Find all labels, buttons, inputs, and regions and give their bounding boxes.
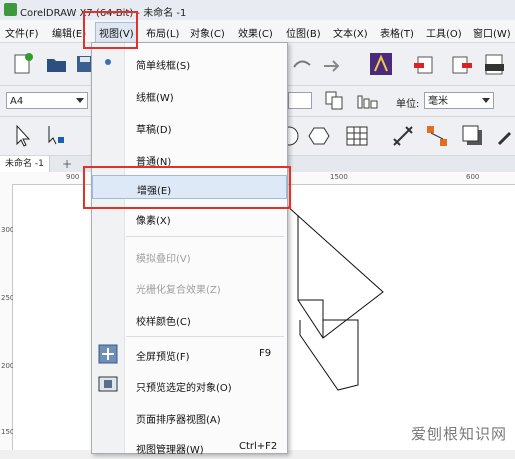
document-tab[interactable]: 未命名 -1 (0, 156, 50, 172)
menu-file[interactable]: 文件(F) (5, 25, 39, 40)
menu-item-shortcut: F9 (259, 348, 272, 359)
import-icon[interactable] (412, 51, 438, 77)
drop-shadow-tool-icon[interactable] (460, 123, 486, 149)
menu-item-label: 页面排序器视图(A) (136, 415, 221, 426)
current-page-icon[interactable] (355, 88, 381, 114)
ruler-tick-label: 1500 (330, 173, 348, 181)
redo-icon[interactable] (318, 53, 344, 79)
menu-item-simple-wireframe[interactable]: 简单线框(S) (92, 51, 287, 75)
all-pages-icon[interactable] (322, 88, 348, 114)
menu-item-shortcut: Ctrl+F2 (239, 441, 278, 452)
menu-bar: 文件(F) 编辑(E) 视图(V) 布局(L) 对象(C) 效果(C) 位图(B… (0, 20, 515, 43)
vertical-ruler[interactable]: 300 250 200 150 (0, 184, 14, 450)
menu-item-pixels[interactable]: 像素(X) (92, 206, 287, 230)
menu-item-rasterize-complex-effects: 光栅化复合效果(Z) (92, 275, 287, 299)
menu-bitmap[interactable]: 位图(B) (286, 25, 321, 40)
add-tab-icon[interactable]: + (60, 157, 74, 171)
menu-item-label: 草稿(D) (136, 125, 172, 136)
menu-item-simulate-overprint: 模拟叠印(V) (92, 244, 287, 268)
dimension-tool-icon[interactable] (390, 123, 416, 149)
page-height-field[interactable] (288, 92, 312, 109)
menu-item-page-sorter-view[interactable]: 页面排序器视图(A) (92, 405, 287, 429)
menu-tools[interactable]: 工具(O) (426, 25, 462, 40)
units-value: 毫米 (428, 96, 448, 107)
menu-table[interactable]: 表格(T) (380, 25, 414, 40)
menu-layout[interactable]: 布局(L) (146, 25, 179, 40)
open-folder-icon[interactable] (44, 51, 70, 77)
coreldraw-app-icon (4, 3, 17, 16)
new-document-icon[interactable] (10, 51, 36, 77)
annotation-highlight-enhanced (83, 166, 291, 209)
menu-item-label: 校样颜色(C) (136, 317, 191, 328)
menu-item-wireframe[interactable]: 线框(W) (92, 83, 287, 107)
undo-icon[interactable] (288, 53, 314, 79)
chevron-down-icon (482, 98, 490, 103)
title-bar: CorelDRAW X7 (64-Bit) - 未命名 -1 (0, 0, 515, 21)
radio-selected-icon (105, 59, 111, 65)
menu-item-label: 简单线框(S) (136, 61, 191, 72)
menu-effects[interactable]: 效果(C) (238, 25, 273, 40)
chevron-down-icon (76, 98, 84, 103)
units-label: 单位: (396, 99, 420, 110)
polygon-tool-icon[interactable] (306, 123, 332, 149)
preview-selected-icon (98, 375, 118, 395)
menu-item-label: 模拟叠印(V) (136, 254, 191, 265)
menu-item-label: 只预览选定的对象(O) (136, 383, 232, 394)
publish-pdf-icon[interactable] (482, 51, 508, 77)
menu-item-label: 线框(W) (136, 93, 174, 104)
menu-edit[interactable]: 编辑(E) (52, 25, 86, 40)
view-menu-dropdown: 简单线框(S) 线框(W) 草稿(D) 普通(N) 增强(E) 像素(X) 模拟… (91, 42, 288, 456)
annotation-highlight-view-menu (83, 11, 138, 49)
menu-item-label: 全屏预览(F) (136, 352, 190, 363)
menu-item-label: 光栅化复合效果(Z) (136, 285, 221, 296)
units-select[interactable]: 毫米 (424, 92, 494, 109)
menu-item-draft[interactable]: 草稿(D) (92, 115, 287, 139)
table-tool-icon[interactable] (344, 123, 370, 149)
page-size-select[interactable]: A4 (6, 92, 88, 109)
menu-item-label: 视图管理器(W) (136, 445, 204, 456)
menu-item-proof-colors[interactable]: 校样颜色(C) (92, 307, 287, 331)
ruler-tick-label: 900 (66, 173, 80, 181)
menu-separator (126, 336, 284, 337)
menu-item-label: 像素(X) (136, 216, 171, 227)
corel-search-content-icon[interactable] (368, 51, 394, 77)
menu-item-preview-selected-only[interactable]: 只预览选定的对象(O) (92, 373, 287, 397)
eyedropper-tool-icon[interactable] (494, 123, 515, 149)
pick-tool-icon[interactable] (10, 123, 36, 149)
menu-object[interactable]: 对象(C) (190, 25, 225, 40)
menu-separator (126, 236, 284, 237)
export-icon[interactable] (448, 51, 474, 77)
page-size-value: A4 (10, 96, 24, 107)
fullscreen-preview-icon (98, 344, 118, 364)
shape-tool-icon[interactable] (44, 123, 70, 149)
menu-item-view-manager[interactable]: 视图管理器(W) Ctrl+F2 (92, 435, 287, 459)
menu-item-full-screen-preview[interactable]: 全屏预览(F) F9 (92, 342, 287, 366)
menu-text[interactable]: 文本(X) (333, 25, 368, 40)
menu-window[interactable]: 窗口(W) (473, 25, 511, 40)
watermark-text: 爱刨根知识网 (410, 425, 507, 443)
ruler-tick-label: 600 (466, 173, 480, 181)
connector-tool-icon[interactable] (424, 123, 450, 149)
